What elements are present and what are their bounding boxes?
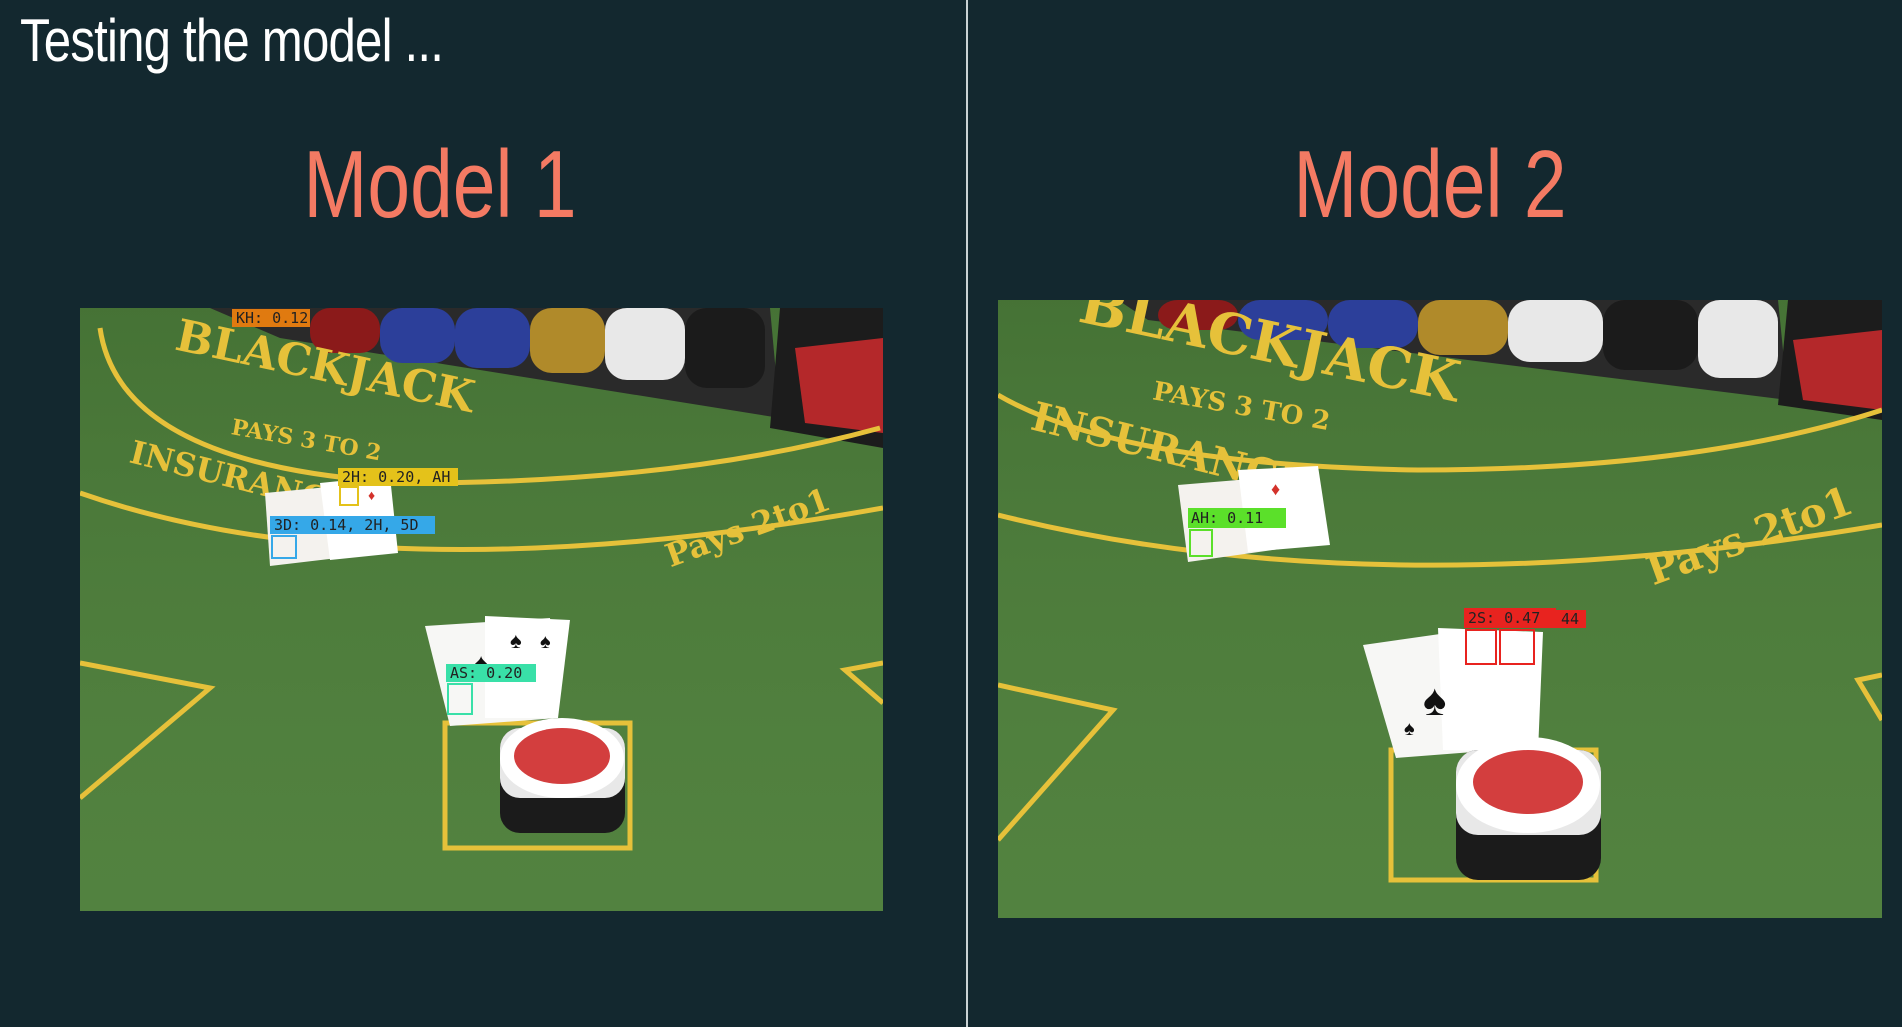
detection-kh: KH: 0.12 — [232, 309, 310, 327]
svg-text:♠: ♠ — [1404, 718, 1415, 740]
model-2-result-image: BLACKJACK PAYS 3 TO 2 INSURANCE Pays 2to… — [998, 300, 1882, 918]
bet-chips — [1456, 737, 1601, 880]
svg-text:2S: 0.47: 2S: 0.47 — [1468, 609, 1540, 627]
vertical-divider — [966, 0, 968, 1027]
svg-text:♠: ♠ — [510, 628, 522, 653]
svg-text:♦: ♦ — [368, 487, 375, 503]
svg-text:♠: ♠ — [1423, 676, 1446, 725]
svg-text:♦: ♦ — [1271, 479, 1280, 499]
svg-text:44: 44 — [1561, 610, 1579, 628]
svg-text:AS: 0.20: AS: 0.20 — [450, 664, 522, 682]
slide-title: Testing the model ... — [20, 7, 444, 74]
model-1-result-image: BLACKJACK PAYS 3 TO 2 INSURANCE Pays 2to… — [80, 308, 883, 911]
svg-text:2H: 0.20, AH: 2H: 0.20, AH — [342, 468, 450, 486]
model-2-heading: Model 2 — [1293, 131, 1567, 238]
svg-text:AH: 0.11: AH: 0.11 — [1191, 509, 1263, 527]
bet-chips — [500, 718, 625, 833]
svg-text:3D: 0.14, 2H, 5D: 3D: 0.14, 2H, 5D — [274, 516, 419, 534]
svg-text:KH: 0.12: KH: 0.12 — [236, 309, 308, 327]
svg-text:♠: ♠ — [540, 631, 551, 653]
model-1-heading: Model 1 — [303, 131, 577, 238]
